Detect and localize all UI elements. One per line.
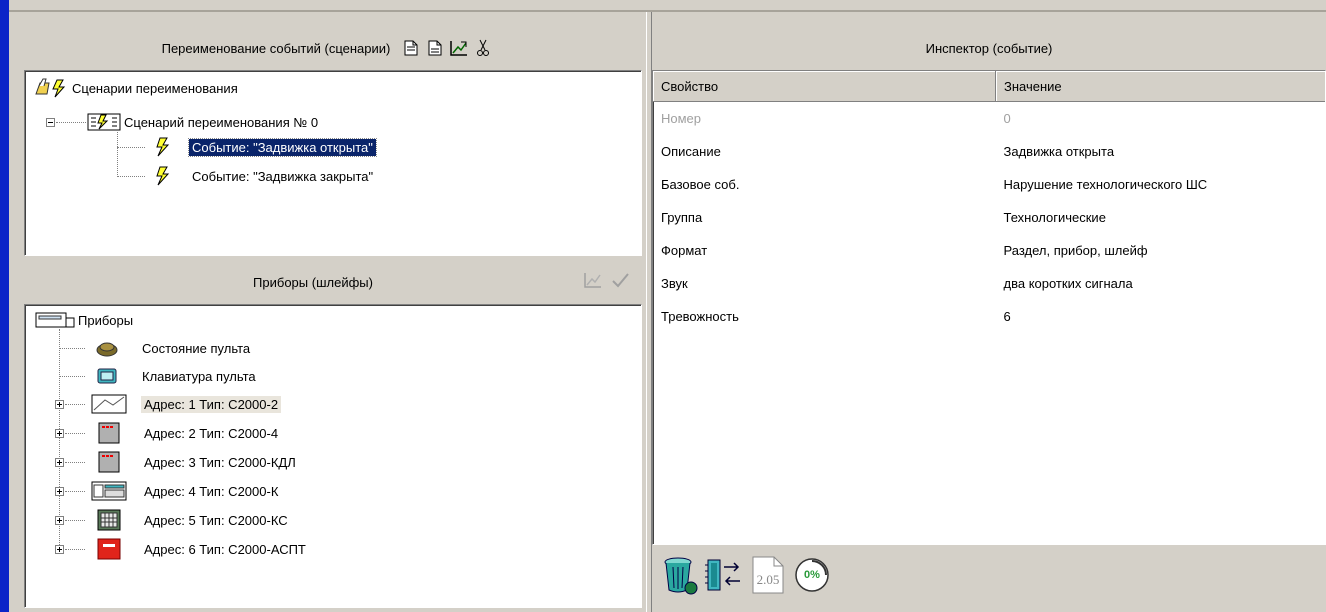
device-item-addr6[interactable]: Адрес: 6 Тип: С2000-АСПТ <box>91 538 309 560</box>
version-icon[interactable]: 2.05 <box>748 553 788 597</box>
property-name: Базовое соб. <box>661 177 740 192</box>
property-row[interactable]: Тревожность 6 <box>653 300 1326 333</box>
device-item-addr1[interactable]: Адрес: 1 Тип: С2000-2 <box>91 393 282 415</box>
percent-text: 0% <box>804 569 820 581</box>
property-row[interactable]: Базовое соб. Нарушение технологического … <box>653 168 1326 201</box>
inspector-header: Инспектор (событие) <box>652 30 1326 66</box>
device-item-addr2[interactable]: Адрес: 2 Тип: С2000-4 <box>91 422 281 444</box>
device-label: Адрес: 4 Тип: С2000-К <box>144 483 279 499</box>
expand-toggle[interactable] <box>55 545 64 554</box>
expand-toggle[interactable] <box>55 429 64 438</box>
cut-icon[interactable] <box>472 37 494 59</box>
expand-toggle[interactable] <box>55 400 64 409</box>
scenarios-tree[interactable]: Сценарии переименования Сценарий переиме… <box>24 70 642 256</box>
console-state-icon <box>96 342 118 357</box>
property-row[interactable]: Звук два коротких сигнала <box>653 267 1326 300</box>
devices-tree[interactable]: Приборы Состояние пульта Клавиатура пуль… <box>24 304 642 608</box>
property-value[interactable]: Раздел, прибор, шлейф <box>996 234 1326 267</box>
chip-transfer-icon[interactable] <box>704 553 744 597</box>
inspector-grid[interactable]: Свойство Значение Номер 0 Описание Задви… <box>652 70 1326 545</box>
scenarios-header: Переименование событий (сценарии) <box>10 30 646 66</box>
property-value[interactable]: Задвижка открыта <box>996 135 1326 168</box>
property-row[interactable]: Номер 0 <box>653 102 1325 136</box>
property-value[interactable]: Нарушение технологического ШС <box>996 168 1326 201</box>
property-name: Номер <box>661 111 702 126</box>
device-item-console-keyboard[interactable]: Клавиатура пульта <box>95 365 259 387</box>
devices-root-label: Приборы <box>78 312 134 328</box>
properties-table: Свойство Значение Номер 0 Описание Задви… <box>653 71 1326 333</box>
column-header-property[interactable]: Свойство <box>653 71 996 102</box>
device-label: Состояние пульта <box>142 340 251 356</box>
device-item-addr5[interactable]: Адрес: 5 Тип: С2000-КС <box>91 509 291 531</box>
tree-item-scenario[interactable]: Сценарий переименования № 0 <box>87 111 321 133</box>
device-label: Адрес: 5 Тип: С2000-КС <box>144 512 288 528</box>
edit-bind-icon[interactable] <box>448 37 470 59</box>
device-c2000-aspt-icon <box>97 538 121 560</box>
tree-item-event-closed[interactable]: Событие: "Задвижка закрыта" <box>155 165 376 187</box>
progress-percent-icon[interactable]: 0% <box>792 553 832 597</box>
version-text: 2.05 <box>756 572 780 587</box>
expand-toggle[interactable] <box>55 516 64 525</box>
tree-root-label: Сценарии переименования <box>72 80 238 96</box>
devices-title: Приборы (шлейфы) <box>253 274 373 290</box>
expand-toggle[interactable] <box>55 458 64 467</box>
property-name: Звук <box>661 276 688 291</box>
device-c2000-4-icon <box>98 422 120 444</box>
event-lightning-icon <box>156 166 170 186</box>
bottom-toolbar: 2.05 0% <box>660 553 832 597</box>
property-value[interactable]: Технологические <box>996 201 1326 234</box>
device-label: Адрес: 2 Тип: С2000-4 <box>144 425 279 441</box>
device-c2000-ks-icon <box>97 509 121 531</box>
copy-document-icon[interactable] <box>424 37 446 59</box>
property-name: Тревожность <box>661 309 739 324</box>
device-label: Адрес: 6 Тип: С2000-АСПТ <box>144 541 306 557</box>
device-c2000-kdl-icon <box>98 451 120 473</box>
tree-root-devices[interactable]: Приборы <box>35 309 136 331</box>
property-value[interactable]: 6 <box>996 300 1326 333</box>
scenario-icon <box>87 113 121 131</box>
device-label: Адрес: 3 Тип: С2000-КДЛ <box>144 454 296 470</box>
tree-item-event-open[interactable]: Событие: "Задвижка открыта" <box>155 136 377 158</box>
event-open-label: Событие: "Задвижка открыта" <box>188 137 377 157</box>
keyboard-icon <box>97 368 117 384</box>
tree-root-scenarios[interactable]: Сценарии переименования <box>33 77 241 99</box>
scenario-label: Сценарий переименования № 0 <box>124 114 319 130</box>
devices-header: Приборы (шлейфы) <box>10 264 646 300</box>
device-label: Адрес: 1 Тип: С2000-2 <box>141 395 282 413</box>
property-row[interactable]: Описание Задвижка открыта <box>653 135 1326 168</box>
property-value: 0 <box>1003 111 1011 126</box>
scenarios-title: Переименование событий (сценарии) <box>161 40 391 56</box>
device-item-console-state[interactable]: Состояние пульта <box>95 337 253 359</box>
new-document-icon[interactable] <box>400 37 422 59</box>
expand-toggle[interactable] <box>55 487 64 496</box>
scenarios-root-icon <box>35 78 66 98</box>
device-label: Клавиатура пульта <box>142 368 256 384</box>
event-closed-label: Событие: "Задвижка закрыта" <box>192 168 374 184</box>
inspector-title: Инспектор (событие) <box>925 40 1053 56</box>
column-header-value[interactable]: Значение <box>995 71 1325 102</box>
device-item-addr3[interactable]: Адрес: 3 Тип: С2000-КДЛ <box>91 451 299 473</box>
window-edge <box>0 0 9 612</box>
property-name: Описание <box>661 144 721 159</box>
bind-icon[interactable] <box>583 271 605 293</box>
property-name: Формат <box>661 243 708 258</box>
devices-root-icon <box>35 312 75 328</box>
trash-icon[interactable] <box>660 553 700 597</box>
device-c2000-2-icon <box>91 394 127 414</box>
apply-check-icon[interactable] <box>610 271 632 293</box>
property-row[interactable]: Формат Раздел, прибор, шлейф <box>653 234 1326 267</box>
top-divider <box>9 10 1326 12</box>
property-row[interactable]: Группа Технологические <box>653 201 1326 234</box>
collapse-toggle[interactable] <box>46 118 55 127</box>
event-lightning-icon <box>156 137 170 157</box>
property-value[interactable]: два коротких сигнала <box>996 267 1326 300</box>
property-name: Группа <box>661 210 703 225</box>
device-c2000-k-icon <box>91 481 127 501</box>
device-item-addr4[interactable]: Адрес: 4 Тип: С2000-К <box>91 480 281 502</box>
